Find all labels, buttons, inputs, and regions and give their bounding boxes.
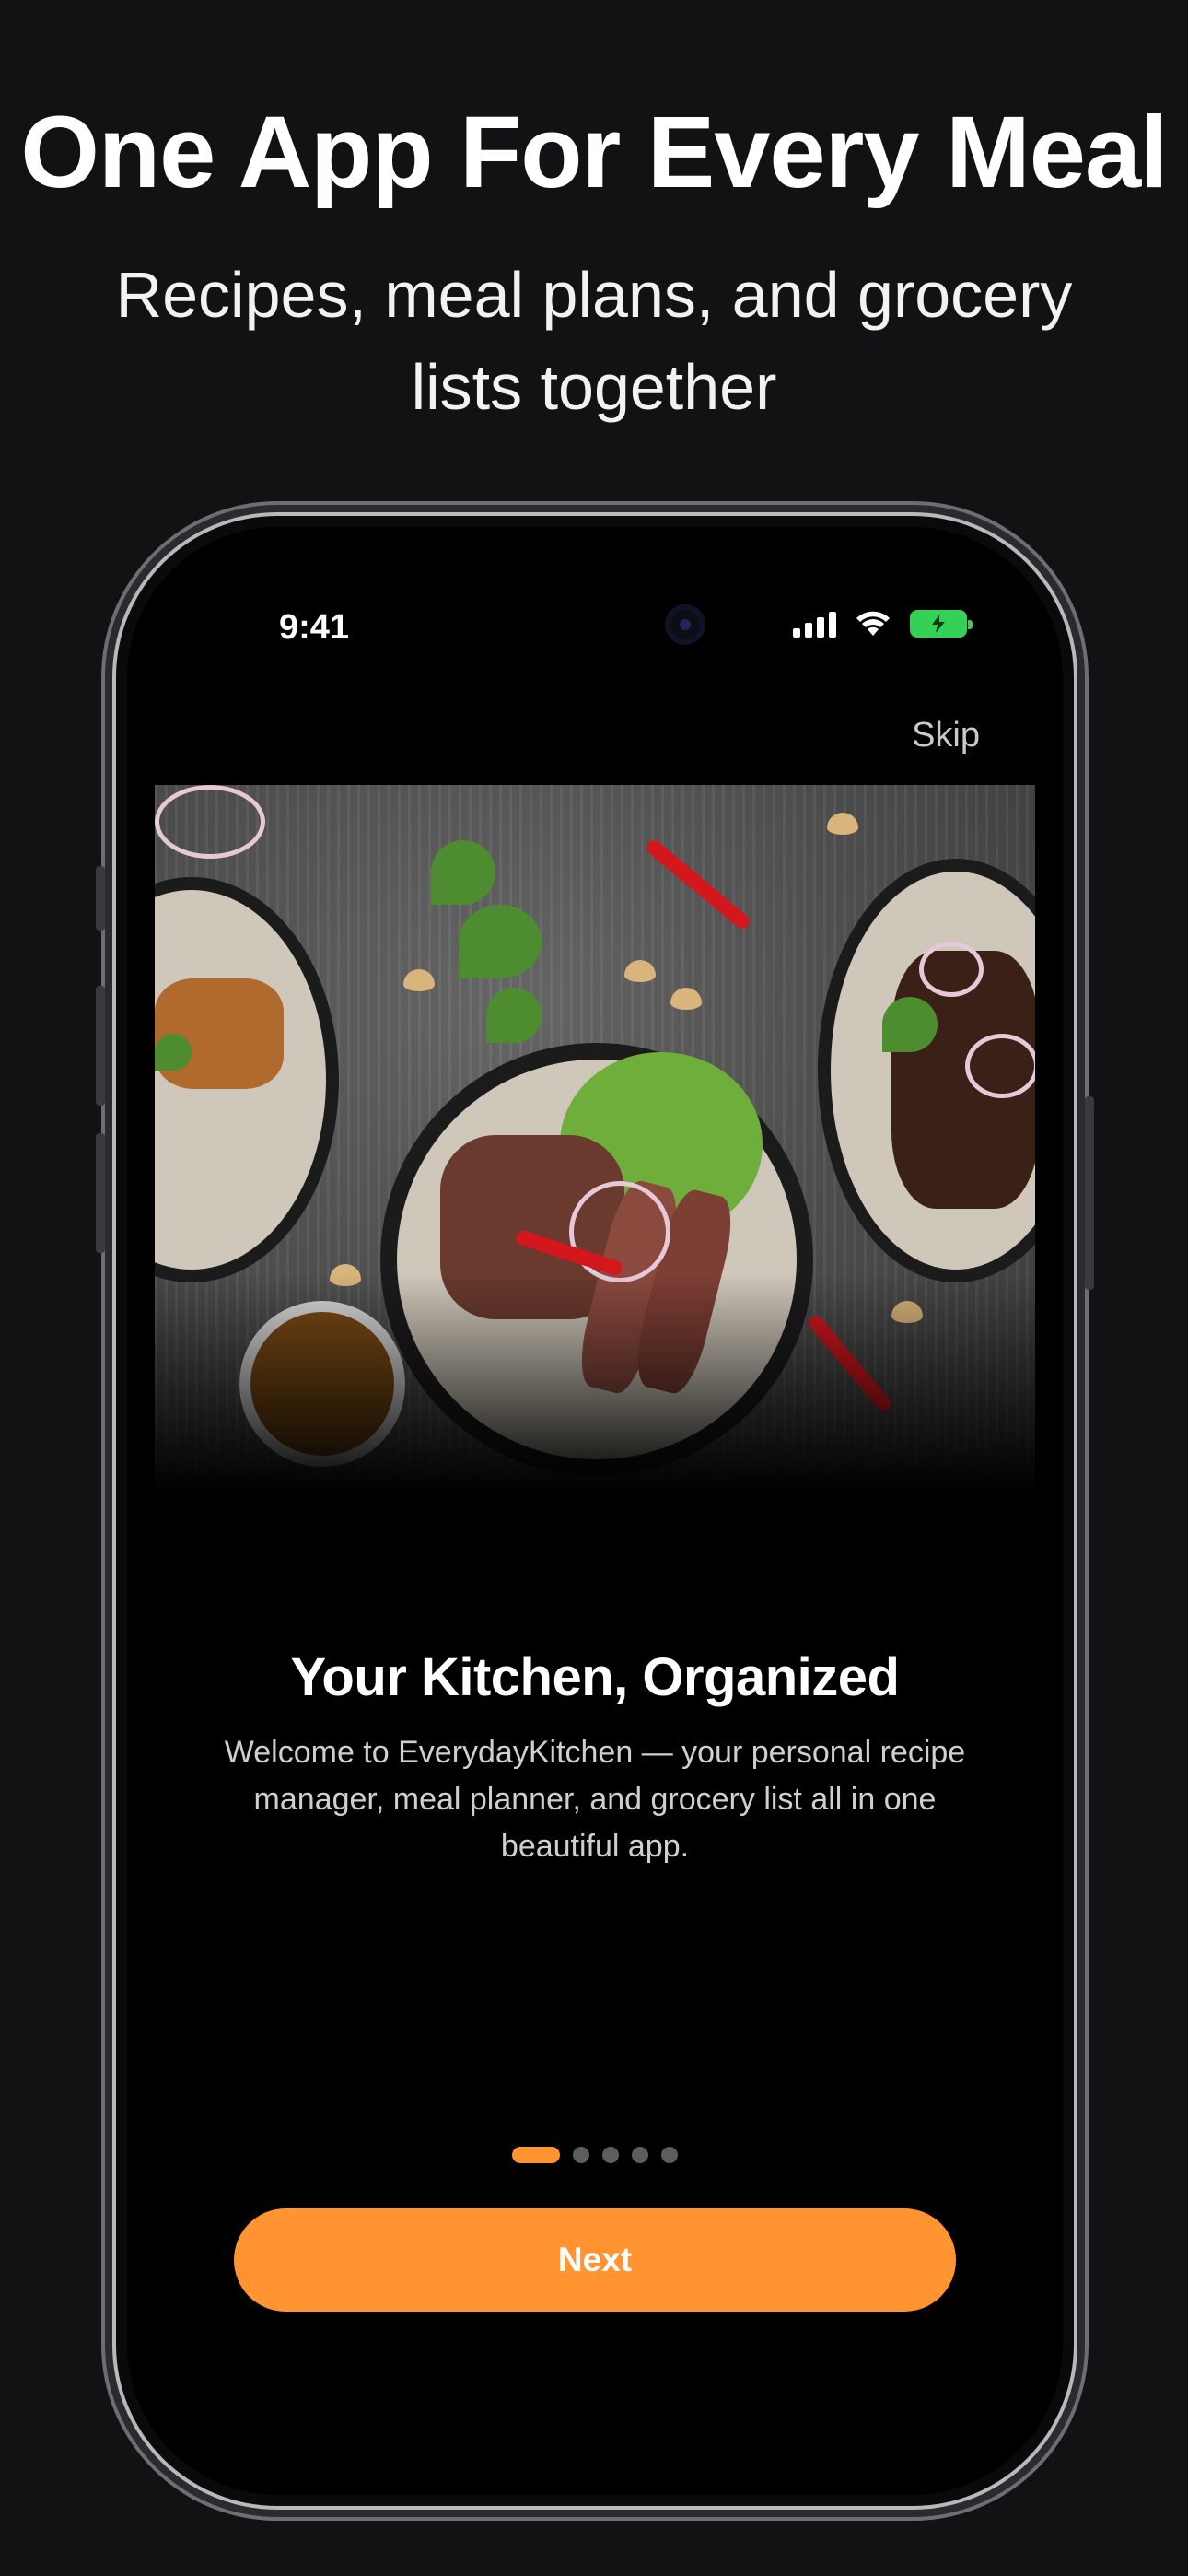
status-time: 9:41 [279,608,350,647]
page-dot-4[interactable] [632,2147,648,2163]
page-dot-2[interactable] [573,2147,589,2163]
onboarding-title: Your Kitchen, Organized [290,1647,900,1707]
page-dot-3[interactable] [602,2147,619,2163]
phone-volume-down [96,1133,105,1253]
cellular-signal-icon [793,610,836,638]
promo-headline: One App For Every Meal [20,96,1168,209]
promo-subheadline: Recipes, meal plans, and grocery lists t… [115,259,1073,423]
next-button[interactable]: Next [234,2208,956,2312]
phone-mute-switch [96,866,105,931]
page-dot-1[interactable] [512,2147,560,2163]
phone-volume-up [96,986,105,1106]
status-icons [793,610,973,638]
onboarding-description: Welcome to EverydayKitchen — your person… [224,1735,966,1864]
app-screen: 9:41 Skip Your Kitchen, Organized Welcom… [127,527,1063,2495]
wifi-icon [856,611,890,636]
food-hero-image [155,785,1035,1513]
page-dot-5[interactable] [661,2147,678,2163]
page-indicator [127,2147,1063,2163]
skip-button[interactable]: Skip [912,716,980,755]
phone-side-button [1085,1096,1094,1290]
battery-charging-icon [910,610,973,638]
front-camera-icon [665,604,705,645]
phone-frame: 9:41 Skip Your Kitchen, Organized Welcom… [96,516,1094,2506]
